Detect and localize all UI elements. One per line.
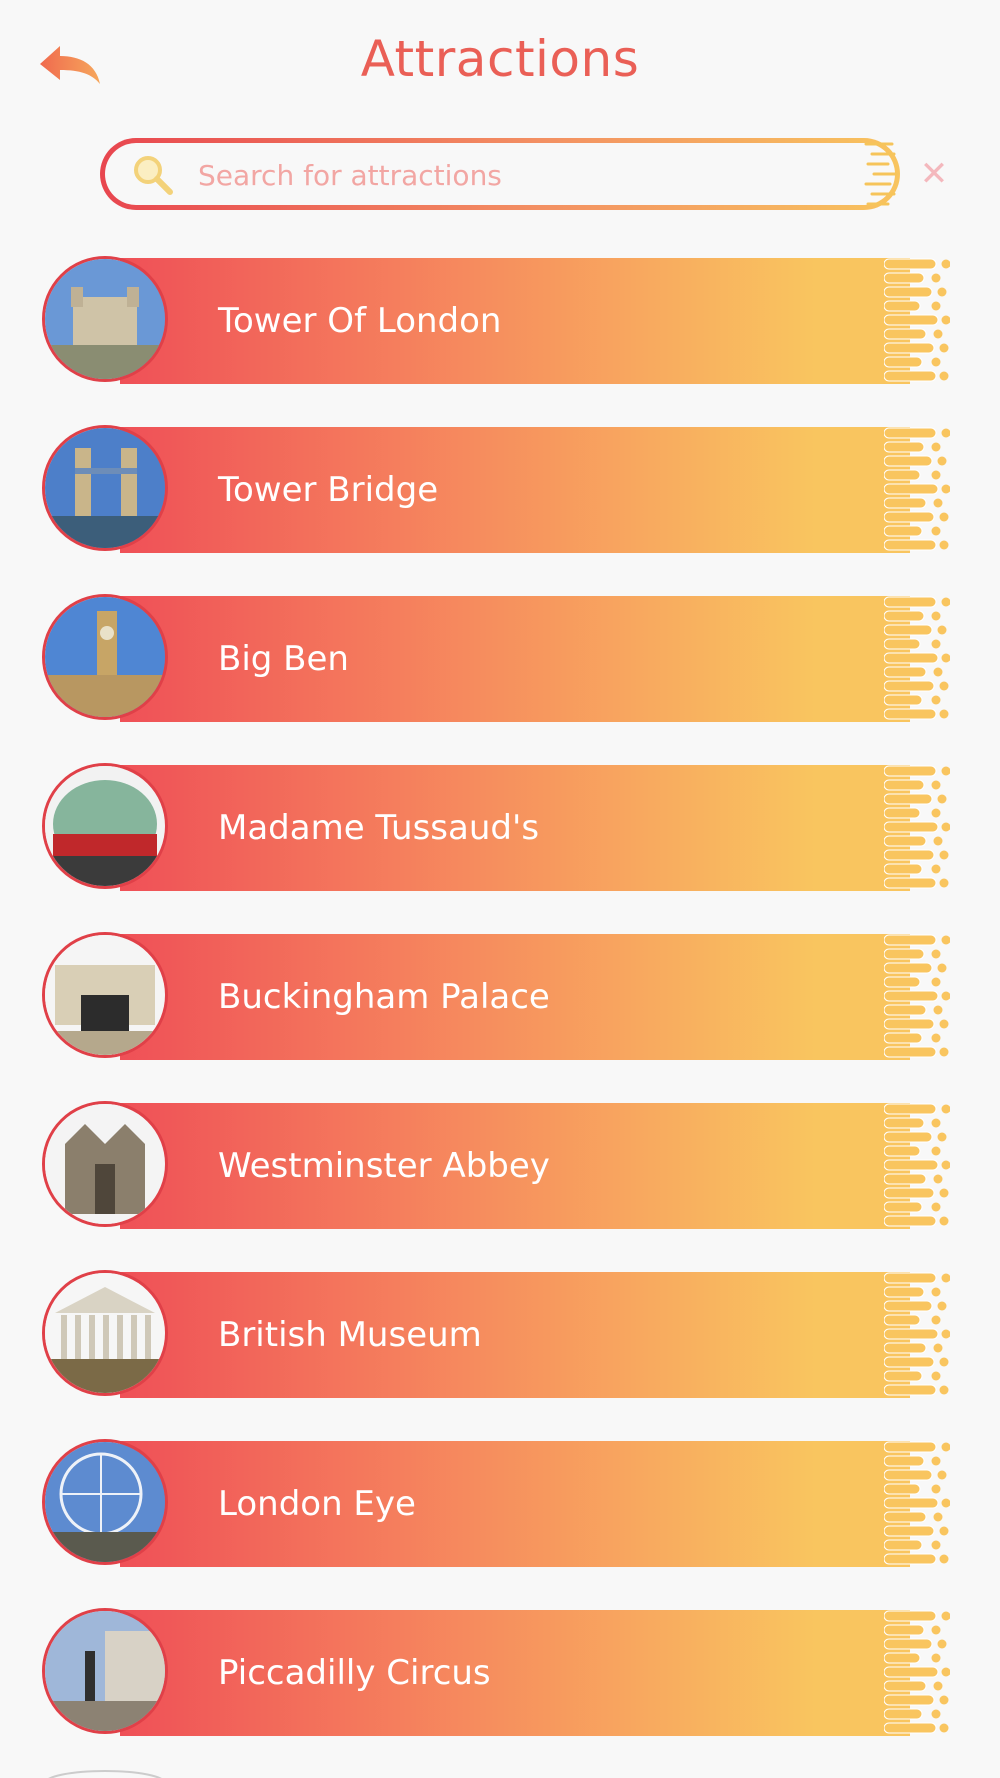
attraction-item[interactable]: Piccadilly Circus: [40, 1608, 950, 1738]
attraction-item[interactable]: Madame Tussaud's: [40, 763, 950, 893]
attraction-label: British Museum: [218, 1315, 482, 1355]
drip-decoration: [884, 1103, 950, 1229]
palace-photo: [42, 932, 168, 1058]
attraction-item[interactable]: Westminster Abbey: [40, 1101, 950, 1231]
attraction-item[interactable]: British Museum: [40, 1270, 950, 1400]
abbey-photo: [42, 1101, 168, 1227]
drip-decoration: [884, 765, 950, 891]
attraction-item[interactable]: Tower Of London: [40, 256, 950, 386]
attraction-item[interactable]: Big Ben: [40, 594, 950, 724]
attraction-label: Madame Tussaud's: [218, 808, 540, 848]
drip-decoration: [884, 427, 950, 553]
attraction-item[interactable]: Buckingham Palace: [40, 932, 950, 1062]
ferris-wheel-photo: [42, 1439, 168, 1565]
attraction-label: Buckingham Palace: [218, 977, 550, 1017]
attraction-item[interactable]: London Eye: [40, 1439, 950, 1569]
dome-photo: [42, 763, 168, 889]
attraction-label: London Eye: [218, 1484, 416, 1524]
bridge-photo: [42, 425, 168, 551]
attraction-label: Westminster Abbey: [218, 1146, 550, 1186]
drip-decoration: [884, 1610, 950, 1736]
attractions-screen: Attractions ✕ Tower Of LondonTower Bridg…: [0, 0, 1000, 1778]
drip-decoration: [884, 258, 950, 384]
clocktower-photo: [42, 594, 168, 720]
drip-decoration: [884, 934, 950, 1060]
attraction-item[interactable]: Tower Bridge: [40, 425, 950, 555]
attraction-list: Tower Of London Tower Bridge Big Ben Madame…: [0, 0, 1000, 1778]
drip-decoration: [884, 1272, 950, 1398]
museum-photo: [42, 1270, 168, 1396]
drip-decoration: [884, 596, 950, 722]
drip-decoration: [884, 1441, 950, 1567]
attraction-label: Big Ben: [218, 639, 349, 679]
attraction-label: Tower Of London: [218, 301, 502, 341]
castle-photo: [42, 256, 168, 382]
plaza-photo: [42, 1608, 168, 1734]
attraction-label: Tower Bridge: [218, 470, 439, 510]
attraction-label: Piccadilly Circus: [218, 1653, 491, 1693]
next-item-peek: [40, 1766, 910, 1778]
